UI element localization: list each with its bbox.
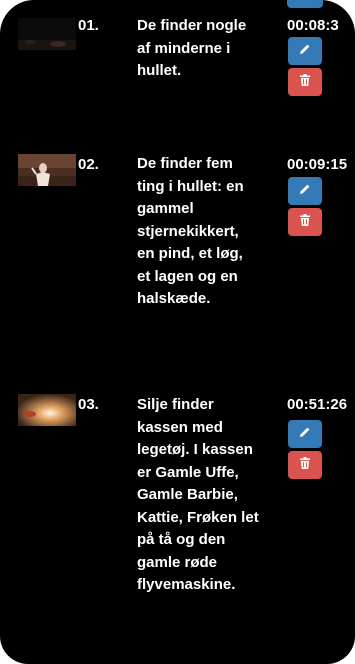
scene-description: De finder fem ting i hullet: en gammel s…	[137, 155, 244, 307]
scene-thumbnail[interactable]	[18, 18, 76, 50]
pencil-icon	[299, 182, 311, 200]
scene-thumbnail[interactable]	[18, 394, 76, 426]
scene-number: 01.	[78, 17, 99, 34]
edit-button[interactable]	[288, 37, 322, 65]
scene-thumbnail[interactable]	[18, 154, 76, 186]
trash-icon	[300, 456, 310, 474]
scene-timestamp: 00:08:3	[287, 17, 339, 34]
pencil-icon	[299, 42, 311, 60]
pencil-icon	[299, 425, 311, 443]
edit-button[interactable]	[288, 177, 322, 205]
delete-button[interactable]	[288, 68, 322, 96]
scene-list-panel: 01. De finder nogle af minderne i hullet…	[0, 0, 355, 664]
trash-icon	[300, 213, 310, 231]
scene-timestamp: 00:09:15	[287, 156, 348, 173]
delete-button[interactable]	[288, 451, 322, 479]
scene-number: 03.	[78, 396, 99, 413]
edit-button-partial[interactable]	[287, 0, 323, 8]
trash-icon	[300, 73, 310, 91]
scene-number: 02.	[78, 156, 99, 173]
scene-description: De finder nogle af minderne i hullet.	[137, 17, 247, 79]
scene-description: Silje finder kassen med legetøj. I kasse…	[137, 396, 259, 593]
edit-button[interactable]	[288, 420, 322, 448]
delete-button[interactable]	[288, 208, 322, 236]
scene-timestamp: 00:51:26	[287, 396, 348, 413]
